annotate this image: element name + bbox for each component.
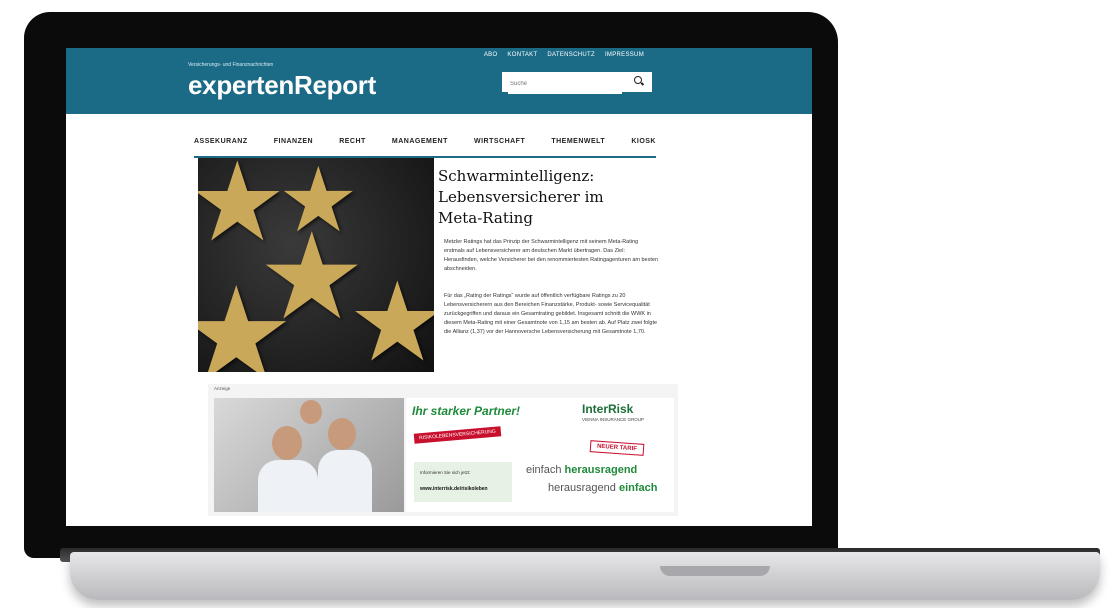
child-head: [300, 400, 322, 424]
top-links: ABO KONTAKT DATENSCHUTZ IMPRESSUM: [484, 52, 644, 58]
ad-tagline-1a: einfach: [526, 464, 565, 476]
link-impressum[interactable]: IMPRESSUM: [605, 52, 644, 58]
nav-recht[interactable]: RECHT: [339, 138, 366, 156]
ad-label: Anzeige: [214, 386, 231, 391]
ad-tagline-1: einfach herausragend: [526, 464, 637, 476]
search-box: [502, 72, 652, 94]
ad-tagline-1b: herausragend: [564, 464, 638, 476]
main-nav: ASSEKURANZ FINANZEN RECHT MANAGEMENT WIR…: [194, 138, 656, 158]
site-logo[interactable]: expertenReport: [188, 70, 376, 101]
ad-tagline-2a: herausragend: [548, 482, 619, 494]
interrisk-logo: InterRisk: [582, 402, 634, 416]
article-image[interactable]: ★ ★ ★ ★ ★: [198, 158, 434, 372]
nav-themenwelt[interactable]: THEMENWELT: [551, 138, 605, 156]
article-headline[interactable]: Schwarmintelligenz: Lebensversicherer im…: [438, 166, 652, 229]
ad-tagline-2: herausragend einfach: [548, 482, 657, 494]
search-input[interactable]: [508, 74, 622, 94]
ad-content: Ihr starker Partner! InterRisk VIENNA IN…: [406, 398, 674, 512]
laptop-notch: [660, 566, 770, 576]
article-paragraph-2: Für das „Rating der Ratings“ wurde auf ö…: [444, 293, 658, 335]
nav-assekuranz[interactable]: ASSEKURANZ: [194, 138, 248, 156]
ad-info-box: Informieren Sie sich jetzt: www.interris…: [414, 462, 512, 502]
star-image: ★: [348, 261, 434, 372]
ad-slogan: Ihr starker Partner!: [412, 404, 521, 418]
ad-red-bar: RISIKOLEBENSVERSICHERUNG: [413, 426, 502, 444]
search-icon[interactable]: [634, 76, 642, 84]
family-photo: [214, 398, 404, 512]
ad-banner[interactable]: Anzeige Ihr starker Partner! InterRisk V…: [208, 384, 678, 516]
ad-group-text: VIENNA INSURANCE GROUP: [582, 417, 645, 422]
link-kontakt[interactable]: KONTAKT: [507, 52, 537, 58]
new-tariff-badge: NEUER TARIF: [589, 440, 645, 456]
ad-info-url[interactable]: www.interrisk.de/risikoleben: [420, 486, 488, 492]
laptop-screen: ABO KONTAKT DATENSCHUTZ IMPRESSUM Versic…: [66, 48, 812, 526]
site-tagline: Versicherungs- und Finanznachrichten: [188, 62, 274, 68]
ad-info-line-1: Informieren Sie sich jetzt:: [420, 470, 471, 475]
laptop-base: [70, 552, 1100, 600]
star-image: ★: [198, 261, 295, 372]
link-abo[interactable]: ABO: [484, 52, 498, 58]
site-header: ABO KONTAKT DATENSCHUTZ IMPRESSUM Versic…: [66, 48, 812, 114]
nav-kiosk[interactable]: KIOSK: [631, 138, 656, 156]
ad-tagline-2b: einfach: [618, 482, 658, 494]
person-head: [272, 426, 302, 460]
person-head: [328, 418, 356, 450]
person-shirt: [258, 460, 318, 512]
person-shirt: [318, 450, 372, 512]
article-paragraph-1: Metzler Ratings hat das Prinzip der Schw…: [444, 239, 659, 272]
nav-finanzen[interactable]: FINANZEN: [274, 138, 313, 156]
nav-wirtschaft[interactable]: WIRTSCHAFT: [474, 138, 525, 156]
link-datenschutz[interactable]: DATENSCHUTZ: [547, 52, 595, 58]
nav-management[interactable]: MANAGEMENT: [392, 138, 448, 156]
